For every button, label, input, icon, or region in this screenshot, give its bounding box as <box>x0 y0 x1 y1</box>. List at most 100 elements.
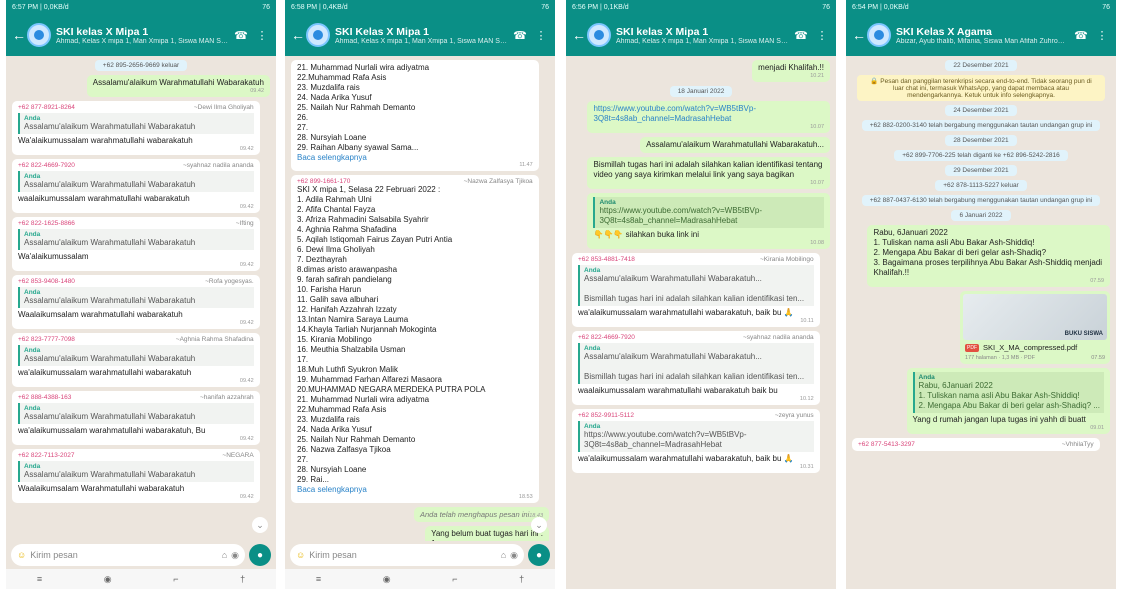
chat-header-text[interactable]: SKI Kelas X Mipa 1 Ahmad, Kelas X mipa 1,… <box>335 26 507 45</box>
incoming-message[interactable]: +62 877-8921-8264 ~Dewi Ilma Gholiyah Anda… <box>12 101 260 155</box>
incoming-message[interactable]: +62 877-5413-3297 ~VhhilaTyy <box>852 438 1100 451</box>
outgoing-message[interactable]: Assalamu'alaikum Warahmatullahi Wabaraka… <box>86 75 270 97</box>
outgoing-message[interactable]: Anda Rabu, 6Januari 2022 1. Tuliskan nama… <box>906 368 1110 434</box>
group-avatar[interactable] <box>587 23 611 47</box>
quoted-message[interactable]: Anda Assalamu'alaikum Warahmatullahi Waba… <box>578 265 814 306</box>
sender-phone[interactable]: +62 822-4669-7920 <box>578 334 635 341</box>
accessibility-icon[interactable]: † <box>519 574 524 584</box>
sender-phone[interactable]: +62 853-4881-7418 <box>578 256 635 263</box>
emoji-icon[interactable]: ☺ <box>296 550 305 560</box>
more-vert-icon[interactable]: ⋮ <box>533 29 549 42</box>
incoming-message[interactable]: 21. Muhammad Nurlali wira adiyatma 22.Mu… <box>291 60 539 171</box>
document-preview[interactable]: BUKU SISWA <box>963 294 1107 340</box>
menu-icon[interactable]: ≡ <box>316 574 321 584</box>
quoted-message[interactable]: Anda Assalamu'alaikum Warahmatullahi Waba… <box>18 287 254 308</box>
camera-icon[interactable]: ◉ <box>510 550 518 561</box>
back-icon[interactable]: ⌐ <box>452 574 457 584</box>
message-input[interactable]: ☺ Kirim pesan ⌂ ◉ <box>11 544 245 566</box>
incoming-message[interactable]: +62 822-7113-2027 ~NEGARA Anda Assalamu'ala… <box>12 449 260 503</box>
more-vert-icon[interactable]: ⋮ <box>814 29 830 42</box>
sender-phone[interactable]: +62 822-7113-2027 <box>18 452 74 459</box>
scroll-down-button[interactable]: ⌄ <box>531 517 547 533</box>
call-add-icon[interactable]: ☎ <box>512 29 528 42</box>
sender-phone[interactable]: +62 852-9911-5112 <box>578 412 634 419</box>
deleted-message[interactable]: Anda telah menghapus pesan ini18.43 <box>413 507 549 522</box>
mic-button[interactable]: ● <box>249 544 271 566</box>
incoming-message[interactable]: +62 888-4388-163 ~hanifah azzahrah Anda Ass… <box>12 391 260 445</box>
back-arrow-icon[interactable]: ← <box>852 27 866 43</box>
chat-header-text[interactable]: SKI kelas X Mipa 1 Ahmad, Kelas X mipa 1,… <box>616 26 788 45</box>
incoming-message[interactable]: +62 822-4669-7920 ~syahnaz nadila ananda A… <box>572 331 820 405</box>
quoted-message[interactable]: Anda https://www.youtube.com/watch?v=WB5t… <box>578 421 814 452</box>
outgoing-message[interactable]: Rabu, 6Januari 2022 1. Tuliskan nama asl… <box>867 225 1110 287</box>
back-arrow-icon[interactable]: ← <box>12 27 26 43</box>
message-link[interactable]: https://www.youtube.com/watch?v=WB5tBVp-… <box>593 104 824 124</box>
menu-icon[interactable]: ≡ <box>37 574 42 584</box>
home-icon[interactable]: ◉ <box>104 574 112 585</box>
document-message[interactable]: BUKU SISWA PDF SKI_X_MA_compressed.pdf 177 … <box>960 291 1110 364</box>
message-list[interactable]: 21. Muhammad Nurlali wira adiyatma 22.Mu… <box>285 56 555 541</box>
home-icon[interactable]: ◉ <box>383 574 391 585</box>
accessibility-icon[interactable]: † <box>240 574 245 584</box>
group-avatar[interactable] <box>27 23 51 47</box>
paperclip-icon[interactable]: ⌂ <box>501 550 506 560</box>
read-more-link[interactable]: Baca selengkapnya <box>297 153 533 162</box>
quote-author: Anda <box>584 345 601 352</box>
incoming-message[interactable]: +62 822-1625-8866 ~Ifting Anda Assalamu'ala… <box>12 217 260 271</box>
message-list[interactable]: 22 Desember 2021 🔒 Pesan dan panggilan te… <box>846 56 1116 589</box>
read-more-link[interactable]: Baca selengkapnya <box>297 485 533 494</box>
sender-phone[interactable]: +62 899-1661-170 <box>297 178 350 185</box>
sender-phone[interactable]: +62 877-5413-3297 <box>858 441 915 448</box>
status-time: 6:54 PM | 0,0KB/d <box>852 3 909 11</box>
sender-phone[interactable]: +62 822-1625-8866 <box>18 220 75 227</box>
quoted-message[interactable]: Anda Assalamu'alaikum Warahmatullahi Waba… <box>18 113 254 134</box>
quoted-message[interactable]: Anda Assalamu'alaikum Warahmatullahi Waba… <box>578 343 814 384</box>
quoted-message[interactable]: Anda Assalamu'alaikum Warahmatullahi Waba… <box>18 345 254 366</box>
call-add-icon[interactable]: ☎ <box>233 29 249 42</box>
sender-phone[interactable]: +62 888-4388-163 <box>18 394 71 401</box>
sender-phone[interactable]: +62 822-4669-7920 <box>18 162 75 169</box>
message-input[interactable]: ☺ Kirim pesan ⌂ ◉ <box>290 544 524 566</box>
outgoing-message[interactable]: https://www.youtube.com/watch?v=WB5tBVp-… <box>587 101 830 133</box>
quoted-message[interactable]: Anda https://www.youtube.com/watch?v=WB5t… <box>593 197 824 228</box>
outgoing-message[interactable]: menjadi Khalifah.!! 10.21 <box>752 60 830 82</box>
chat-header-text[interactable]: SKI kelas X Mipa 1 Ahmad, Kelas X mipa 1,… <box>56 26 228 45</box>
document-row[interactable]: PDF SKI_X_MA_compressed.pdf <box>963 340 1107 355</box>
quoted-message[interactable]: Anda Assalamu'alaikum Warahmatullahi Waba… <box>18 403 254 424</box>
incoming-message[interactable]: +62 853-4881-7418 ~Kirania Mobilingo Anda A… <box>572 253 820 327</box>
emoji-icon[interactable]: ☺ <box>17 550 26 560</box>
paperclip-icon[interactable]: ⌂ <box>222 550 227 560</box>
incoming-message[interactable]: +62 899-1661-170 ~Nazwa Zalfasya Tjikoa SK… <box>291 175 539 503</box>
incoming-message[interactable]: +62 852-9911-5112 ~zeyra yunus Anda https:/… <box>572 409 820 473</box>
incoming-message[interactable]: +62 823-7777-7098 ~Aghnia Rahma Shafadina… <box>12 333 260 387</box>
quoted-message[interactable]: Anda Assalamu'alaikum Warahmatullahi Waba… <box>18 229 254 250</box>
quoted-message[interactable]: Anda Assalamu'alaikum Warahmatullahi Waba… <box>18 461 254 482</box>
chat-header-text[interactable]: SKI Kelas X Agama Abizar, Ayub thalib, Mi… <box>896 26 1068 45</box>
more-vert-icon[interactable]: ⋮ <box>254 29 270 42</box>
outgoing-message[interactable]: Bismillah tugas hari ini adalah silahkan… <box>587 157 830 189</box>
sender-phone[interactable]: +62 823-7777-7098 <box>18 336 75 343</box>
group-avatar[interactable] <box>306 23 330 47</box>
call-add-icon[interactable]: ☎ <box>793 29 809 42</box>
sender-phone[interactable]: +62 877-8921-8264 <box>18 104 75 111</box>
outgoing-message[interactable]: Assalamu'alaikum Warahmatullahi Wabaraka… <box>640 137 830 153</box>
incoming-message[interactable]: +62 822-4669-7920 ~syahnaz nadila ananda A… <box>12 159 260 213</box>
more-vert-icon[interactable]: ⋮ <box>1094 29 1110 42</box>
camera-icon[interactable]: ◉ <box>231 550 239 561</box>
group-avatar[interactable] <box>867 23 891 47</box>
message-list[interactable]: menjadi Khalifah.!! 10.21 18 Januari 2022 h… <box>566 56 836 589</box>
back-icon[interactable]: ⌐ <box>173 574 178 584</box>
back-arrow-icon[interactable]: ← <box>291 27 305 43</box>
call-add-icon[interactable]: ☎ <box>1073 29 1089 42</box>
incoming-message[interactable]: +62 853-9408-1480 ~Rofa yogesyas. Anda Assa… <box>12 275 260 329</box>
outgoing-message[interactable]: Yang belum buat tugas hari ini : 1. <box>425 526 549 541</box>
group-title: SKI Kelas X Mipa 1 <box>335 25 429 38</box>
message-list[interactable]: +62 895-2656-9669 keluar Assalamu'alaikum… <box>6 56 276 541</box>
outgoing-message[interactable]: Anda https://www.youtube.com/watch?v=WB5t… <box>587 193 830 249</box>
quoted-message[interactable]: Anda Assalamu'alaikum Warahmatullahi Waba… <box>18 171 254 192</box>
scroll-down-button[interactable]: ⌄ <box>252 517 268 533</box>
back-arrow-icon[interactable]: ← <box>572 27 586 43</box>
quoted-message[interactable]: Anda Rabu, 6Januari 2022 1. Tuliskan nama… <box>912 372 1104 413</box>
mic-button[interactable]: ● <box>528 544 550 566</box>
sender-phone[interactable]: +62 853-9408-1480 <box>18 278 75 285</box>
